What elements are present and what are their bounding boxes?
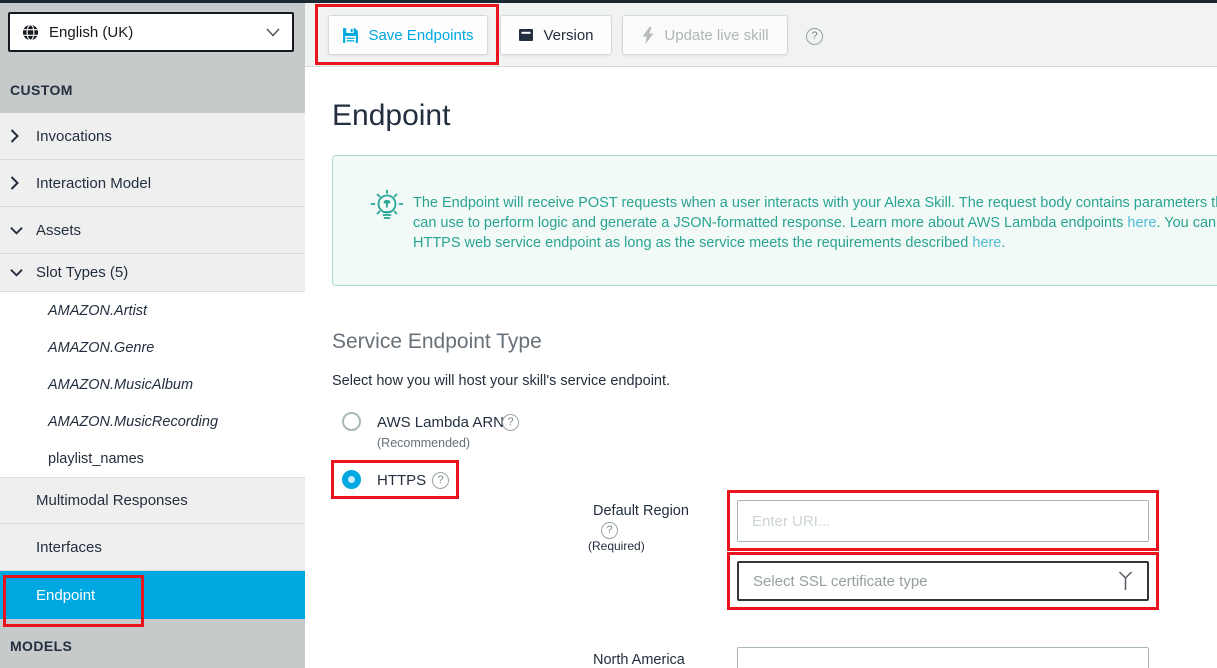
slot-types-list: AMAZON.Artist AMAZON.Genre AMAZON.MusicA…	[0, 292, 305, 478]
info-segment: The Endpoint will receive POST requests …	[413, 195, 1217, 231]
slot-type-label: AMAZON.MusicRecording	[48, 414, 218, 430]
info-segment: .	[1001, 235, 1005, 251]
version-box-icon	[518, 27, 534, 43]
chevron-down-icon	[10, 267, 28, 279]
sidebar-item-endpoint[interactable]: Endpoint	[0, 571, 305, 619]
sidebar-item-label: Endpoint	[36, 587, 95, 604]
save-endpoints-button[interactable]: Save Endpoints	[328, 15, 488, 55]
update-live-skill-button[interactable]: Update live skill	[622, 15, 788, 55]
aws-lambda-help-icon[interactable]: ?	[502, 414, 519, 431]
chevron-right-icon	[10, 177, 28, 189]
chevron-right-icon	[10, 130, 28, 142]
sidebar-item-label: Multimodal Responses	[36, 492, 188, 509]
dropdown-arrow-icon	[1118, 571, 1133, 591]
sidebar-item-interfaces[interactable]: Interfaces	[0, 524, 305, 571]
required-note: (Required)	[588, 539, 645, 553]
sidebar-item-label: Slot Types (5)	[36, 264, 128, 281]
default-region-label: Default Region	[593, 503, 689, 519]
sidebar-item-assets[interactable]: Assets	[0, 207, 305, 254]
endpoint-uri-input[interactable]	[737, 500, 1149, 542]
sidebar-section-models: MODELS	[0, 638, 305, 654]
slot-type-amazon-musicalbum[interactable]: AMAZON.MusicAlbum	[0, 366, 305, 403]
toolbar-help-icon[interactable]: ?	[806, 28, 823, 45]
sidebar-item-slot-types[interactable]: Slot Types (5)	[0, 254, 305, 292]
https-label: HTTPS	[377, 472, 426, 489]
save-endpoints-label: Save Endpoints	[368, 27, 473, 44]
slot-type-amazon-genre[interactable]: AMAZON.Genre	[0, 329, 305, 366]
chevron-down-icon	[266, 28, 280, 37]
update-live-skill-label: Update live skill	[664, 27, 768, 44]
https-radio[interactable]	[342, 470, 361, 489]
version-button[interactable]: Version	[500, 15, 612, 55]
sidebar-item-label: Assets	[36, 222, 81, 239]
endpoint-info-note: The Endpoint will receive POST requests …	[332, 155, 1217, 286]
sidebar-item-label: Invocations	[36, 128, 112, 145]
north-america-label: North America	[593, 652, 685, 668]
slot-type-amazon-musicrecording[interactable]: AMAZON.MusicRecording	[0, 403, 305, 440]
sidebar-nav: Invocations Interaction Model Assets Slo…	[0, 113, 305, 619]
globe-icon	[22, 24, 39, 41]
sidebar-item-invocations[interactable]: Invocations	[0, 113, 305, 160]
page-title: Endpoint	[332, 99, 450, 133]
sidebar-item-interaction-model[interactable]: Interaction Model	[0, 160, 305, 207]
slot-type-amazon-artist[interactable]: AMAZON.Artist	[0, 292, 305, 329]
save-icon	[342, 27, 359, 44]
aws-lambda-arn-label: AWS Lambda ARN	[377, 414, 504, 431]
recommended-note: (Recommended)	[377, 436, 470, 450]
https-help-icon[interactable]: ?	[432, 472, 449, 489]
sidebar-item-label: Interfaces	[36, 539, 102, 556]
language-selector[interactable]: English (UK)	[8, 12, 294, 52]
sidebar-section-custom: CUSTOM	[0, 82, 305, 98]
service-endpoint-type-subtitle: Select how you will host your skill's se…	[332, 373, 670, 389]
toolbar: Save Endpoints Version Update live skill…	[305, 3, 1217, 67]
north-america-uri-input[interactable]	[737, 647, 1149, 668]
slot-type-label: AMAZON.Genre	[48, 340, 154, 356]
lightbulb-icon	[369, 189, 405, 229]
language-selector-label: English (UK)	[49, 24, 266, 41]
chevron-down-icon	[10, 224, 28, 236]
aws-lambda-arn-radio[interactable]	[342, 412, 361, 431]
info-note-text: The Endpoint will receive POST requests …	[413, 193, 1217, 253]
slot-type-playlist-names[interactable]: playlist_names	[0, 440, 305, 477]
service-endpoint-type-title: Service Endpoint Type	[332, 330, 542, 354]
sidebar: English (UK) CUSTOM Invocations Interact…	[0, 3, 305, 668]
slot-type-label: playlist_names	[48, 451, 144, 467]
slot-type-label: AMAZON.MusicAlbum	[48, 377, 193, 393]
ssl-select-placeholder: Select SSL certificate type	[753, 573, 1118, 590]
sidebar-item-label: Interaction Model	[36, 175, 151, 192]
lambda-endpoints-here-link[interactable]: here	[1127, 215, 1156, 231]
sidebar-item-multimodal-responses[interactable]: Multimodal Responses	[0, 478, 305, 524]
lightning-icon	[641, 27, 655, 44]
top-dark-strip	[0, 0, 1217, 3]
ssl-certificate-select[interactable]: Select SSL certificate type	[737, 561, 1149, 601]
version-label: Version	[543, 27, 593, 44]
slot-type-label: AMAZON.Artist	[48, 303, 147, 319]
requirements-here-link[interactable]: here	[972, 235, 1001, 251]
default-region-help-icon[interactable]: ?	[601, 522, 618, 539]
main-content: Endpoint The Endpoint will receive POST …	[305, 67, 1217, 668]
